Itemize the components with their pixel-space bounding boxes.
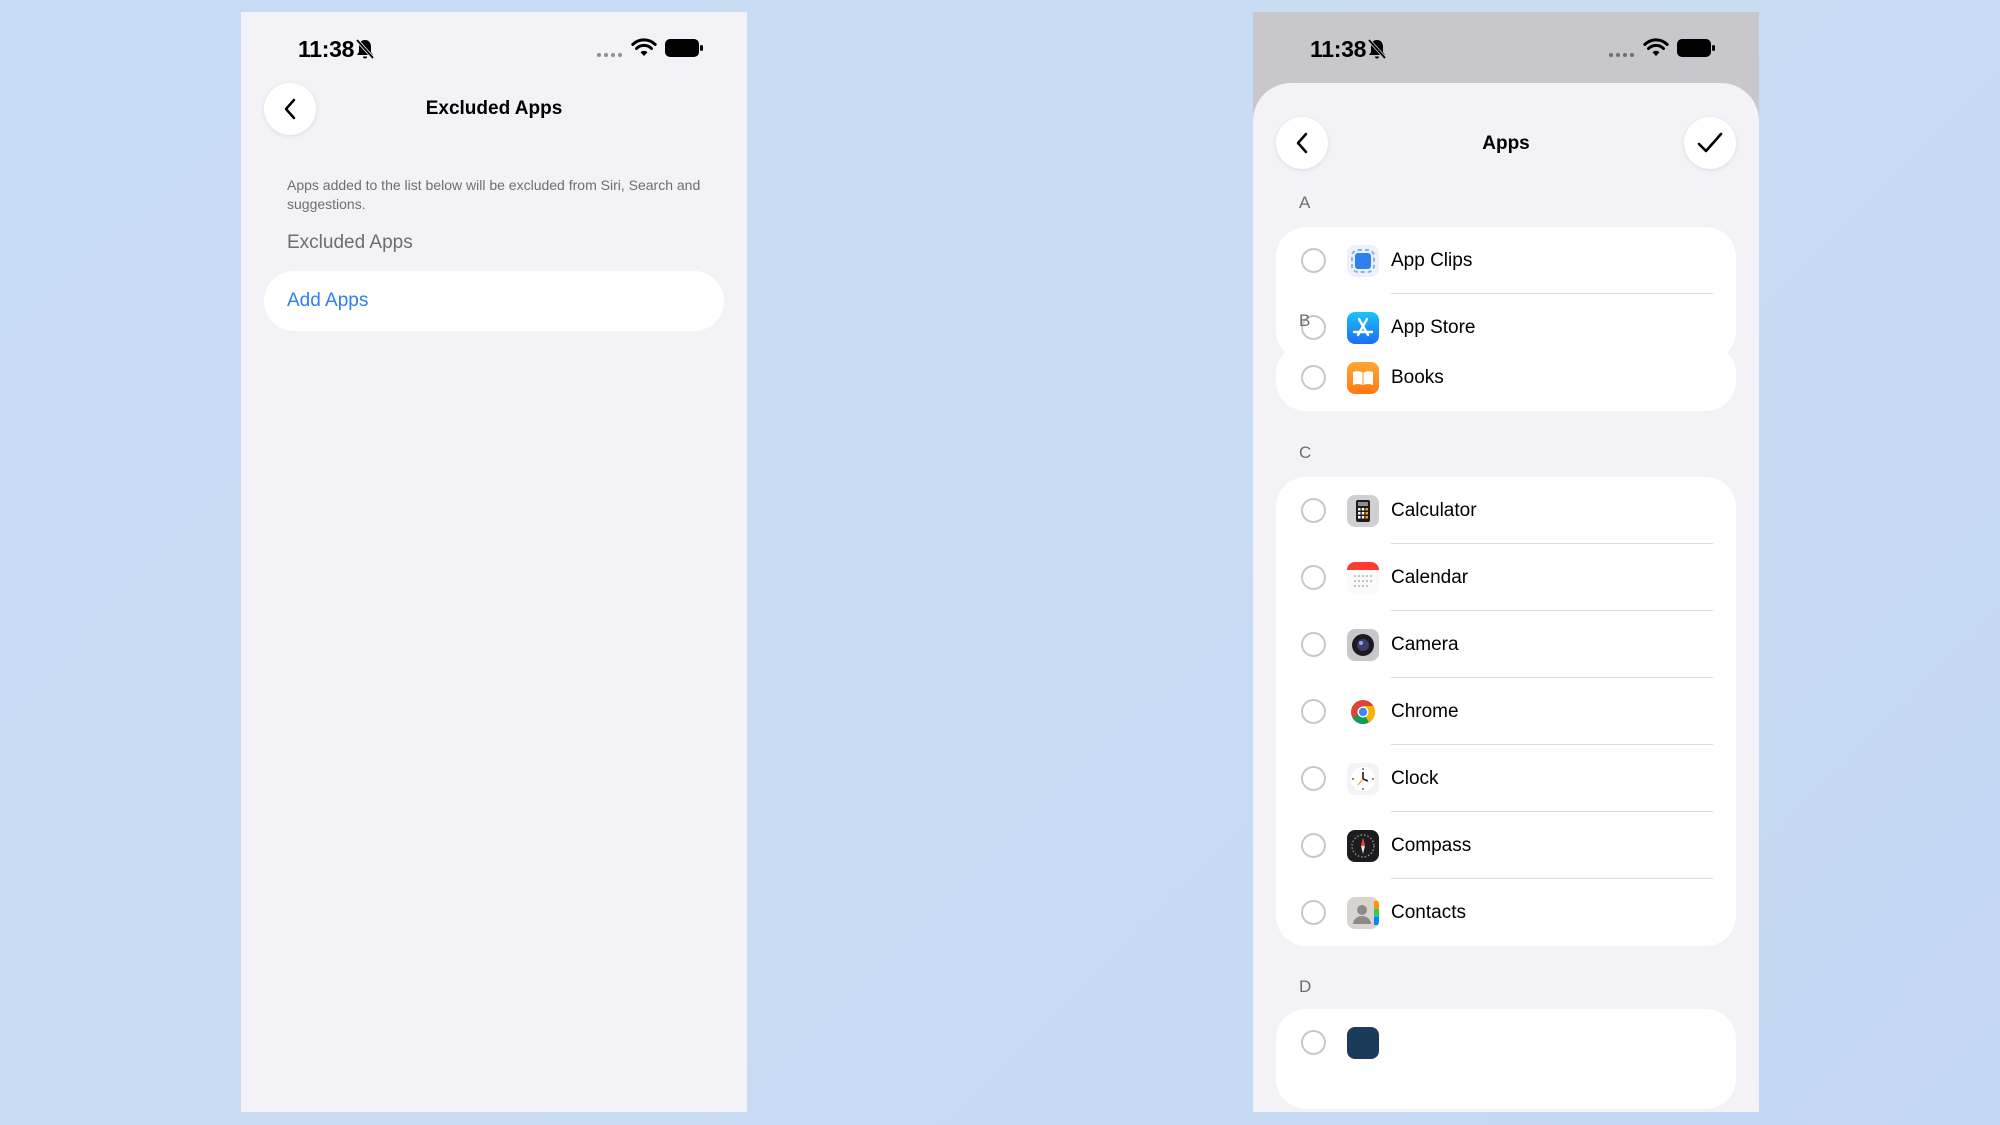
excluded-apps-screen: 11:38 Excluded Apps Apps added to the li… (241, 12, 747, 1112)
app-name: Calendar (1391, 566, 1469, 588)
bell-slash-icon (355, 38, 375, 60)
section-letter-c: C (1299, 443, 1312, 462)
list-item[interactable]: Camera (1276, 611, 1736, 678)
apps-picker-screen: 11:38 Apps A App Clips App Store B Books… (1253, 12, 1759, 1112)
section-header: Excluded Apps (287, 232, 413, 253)
chrome-icon (1347, 696, 1379, 728)
list-item[interactable]: Chrome (1276, 678, 1736, 745)
section-a-list: App Clips App Store (1276, 227, 1736, 361)
app-name: Compass (1391, 834, 1472, 856)
app-name: Contacts (1391, 901, 1466, 923)
clock-icon (1347, 763, 1379, 795)
section-d-list (1276, 1009, 1736, 1109)
list-item[interactable]: Calendar (1276, 544, 1736, 611)
section-b-list: Books (1276, 344, 1736, 411)
select-radio[interactable] (1301, 248, 1326, 273)
status-time: 11:38 (298, 36, 355, 62)
wifi-icon (1643, 38, 1669, 56)
list-item[interactable]: Books (1276, 344, 1736, 411)
app-name: Camera (1391, 633, 1459, 655)
status-bar: 11:38 (1253, 12, 1759, 82)
select-radio[interactable] (1301, 766, 1326, 791)
select-radio[interactable] (1301, 365, 1326, 390)
app-name: App Clips (1391, 249, 1473, 271)
calculator-icon (1347, 495, 1379, 527)
status-time: 11:38 (1310, 36, 1367, 62)
select-radio[interactable] (1301, 1030, 1326, 1055)
select-radio[interactable] (1301, 565, 1326, 590)
status-bar: 11:38 (241, 12, 747, 82)
select-radio[interactable] (1301, 498, 1326, 523)
app-name: Books (1391, 366, 1444, 388)
bell-slash-icon (1367, 38, 1387, 60)
add-apps-row[interactable]: Add Apps (264, 271, 724, 331)
compass-icon (1347, 830, 1379, 862)
select-radio[interactable] (1301, 699, 1326, 724)
contacts-icon (1347, 897, 1379, 929)
list-item[interactable]: App Clips (1276, 227, 1736, 294)
list-item[interactable]: Compass (1276, 812, 1736, 879)
app-clips-icon (1347, 245, 1379, 277)
done-button[interactable] (1684, 117, 1736, 169)
apps-sheet: Apps A App Clips App Store B Books C Cal… (1253, 83, 1759, 1112)
description-text: Apps added to the list below will be exc… (287, 177, 701, 212)
books-icon (1347, 362, 1379, 394)
battery-icon (1677, 39, 1715, 57)
section-letter-a: A (1299, 193, 1311, 212)
list-item[interactable]: Clock (1276, 745, 1736, 812)
checkmark-icon (1697, 132, 1723, 153)
app-icon (1347, 1027, 1379, 1059)
select-radio[interactable] (1301, 833, 1326, 858)
list-item[interactable]: Contacts (1276, 879, 1736, 946)
page-title: Excluded Apps (425, 98, 563, 119)
app-name: Calculator (1391, 499, 1477, 521)
wifi-icon (631, 38, 657, 56)
app-name: Clock (1391, 767, 1439, 789)
section-c-list: Calculator Calendar Camera Chrome Clock … (1276, 477, 1736, 946)
calendar-icon (1347, 562, 1379, 594)
section-letter-b: B (1299, 311, 1311, 330)
signal-dots-icon (597, 53, 622, 57)
select-radio[interactable] (1301, 900, 1326, 925)
app-store-icon (1347, 312, 1379, 344)
list-item[interactable] (1276, 1009, 1736, 1076)
list-item[interactable]: Calculator (1276, 477, 1736, 544)
camera-icon (1347, 629, 1379, 661)
select-radio[interactable] (1301, 632, 1326, 657)
app-name: Chrome (1391, 700, 1459, 722)
add-apps-link[interactable]: Add Apps (287, 290, 368, 312)
section-letter-d: D (1299, 977, 1312, 996)
battery-icon (665, 39, 703, 57)
signal-dots-icon (1609, 53, 1634, 57)
